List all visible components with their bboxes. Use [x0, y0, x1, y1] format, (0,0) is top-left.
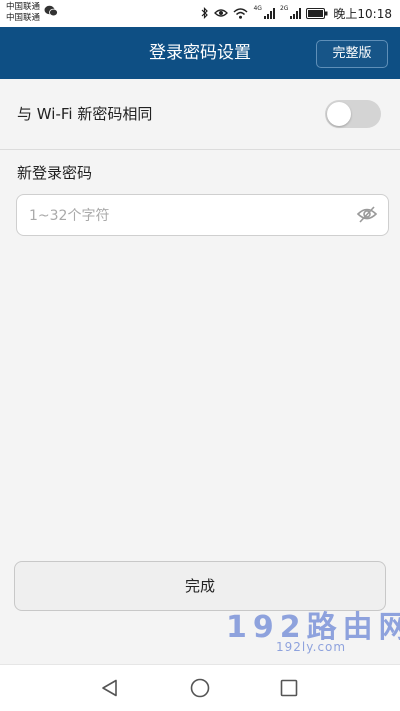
clock: 晚上10:18 — [333, 6, 392, 21]
eye-off-icon[interactable] — [356, 205, 378, 225]
signal-icon — [290, 7, 302, 19]
carrier-name: 中国联通 — [6, 2, 41, 12]
eye-icon — [214, 9, 229, 17]
wifi-icon — [233, 7, 248, 19]
sync-wifi-password-row: 与 Wi-Fi 新密码相同 — [0, 79, 400, 150]
home-icon[interactable] — [190, 678, 210, 698]
new-password-label: 新登录密码 — [17, 164, 93, 182]
watermark-url: 192ly.com — [276, 640, 347, 654]
toggle-knob — [327, 102, 351, 126]
carrier-name: 中国联通 — [6, 13, 41, 23]
carrier-info: 中国联通 中国联通 — [6, 2, 40, 24]
signal-type-label: 2G — [279, 5, 289, 12]
full-version-button[interactable]: 完整版 — [316, 40, 388, 68]
sync-wifi-password-toggle[interactable] — [325, 100, 381, 128]
recent-apps-icon[interactable] — [280, 679, 298, 697]
bluetooth-icon — [202, 7, 209, 19]
signal-icon — [263, 7, 275, 19]
back-icon[interactable] — [101, 679, 119, 697]
sync-wifi-password-label: 与 Wi-Fi 新密码相同 — [17, 105, 153, 123]
watermark: 192路由网 192ly.com — [226, 602, 400, 662]
signal-type-label: 4G — [253, 5, 262, 12]
password-field — [16, 194, 389, 237]
header-bar: 登录密码设置 完整版 — [0, 27, 400, 79]
status-icons: 4G 2G 晚上10:18 — [201, 5, 392, 21]
battery-icon — [306, 7, 328, 19]
wechat-icon — [44, 5, 58, 17]
status-bar: 中国联通 中国联通 4G 2G 晚上10:18 — [0, 0, 400, 27]
navigation-bar — [0, 664, 400, 711]
new-password-input[interactable] — [27, 195, 351, 237]
